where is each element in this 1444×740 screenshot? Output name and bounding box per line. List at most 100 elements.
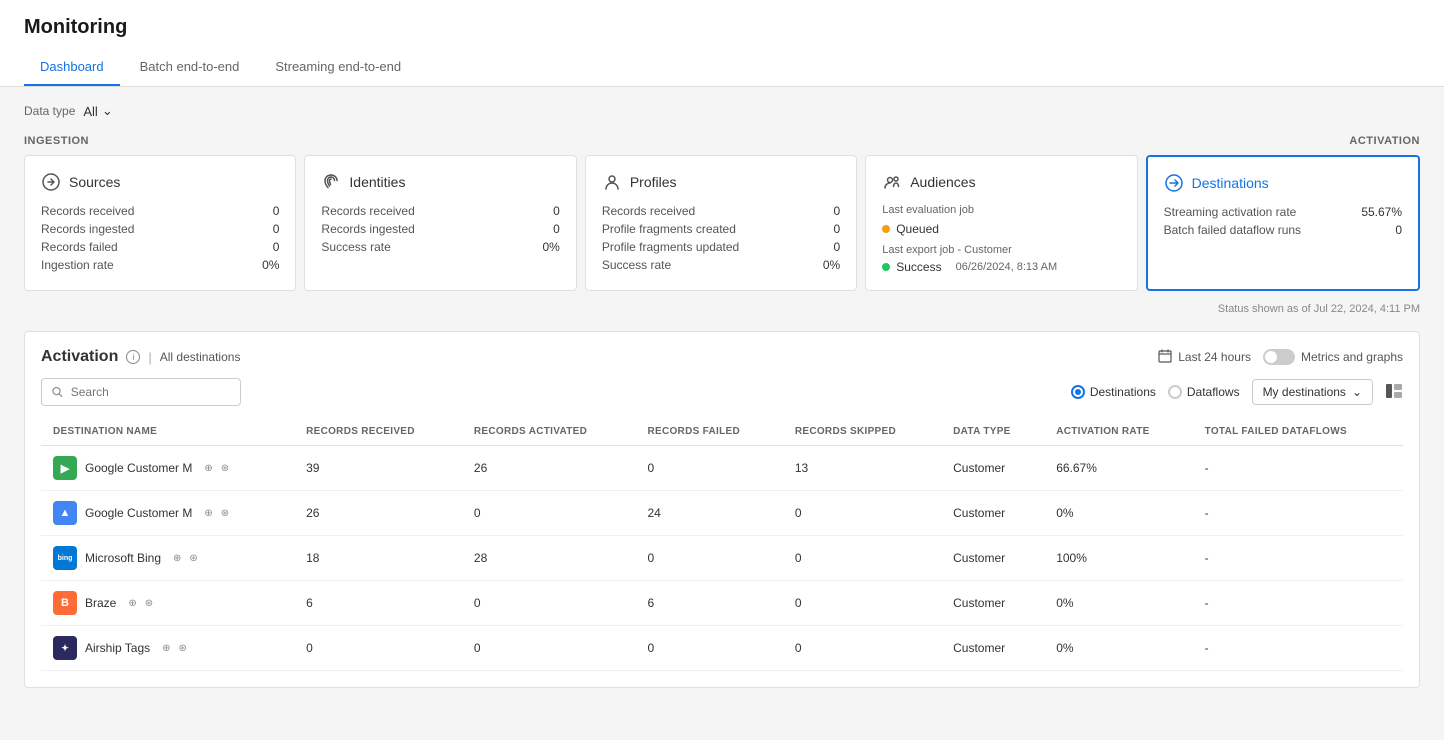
records-failed-cell: 24 [635,491,782,536]
destinations-card: Destinations Streaming activation rate55… [1146,155,1420,291]
status-shown: Status shown as of Jul 22, 2024, 4:11 PM [24,303,1420,315]
activation-rate-cell: 0% [1044,581,1192,626]
data-type-cell: Customer [941,536,1044,581]
dest-logo: ▲ [53,501,77,525]
records-skipped-cell: 0 [783,626,941,671]
tab-streaming[interactable]: Streaming end-to-end [259,51,417,86]
all-destinations-label: All destinations [160,350,241,364]
data-type-cell: Customer [941,626,1044,671]
records-received-cell: 39 [294,446,462,491]
records-failed-cell: 0 [635,536,782,581]
dest-logo: B [53,591,77,615]
activation-rate-cell: 66.67% [1044,446,1192,491]
last-export-label: Last export job - Customer [882,244,1120,256]
total-failed-cell: - [1193,491,1403,536]
dest-action-icon[interactable]: ⊕ [128,598,136,609]
col-records-activated: RECORDS ACTIVATED [462,418,636,446]
person-icon [602,172,622,192]
records-received-cell: 18 [294,536,462,581]
records-skipped-cell: 0 [783,581,941,626]
data-type-cell: Customer [941,446,1044,491]
destinations-radio[interactable]: Destinations [1071,385,1156,399]
dest-name: Airship Tags [85,641,150,655]
table-row[interactable]: ▲ Google Customer M ⊕ ⊛ 26 0 24 0 Custom… [41,491,1403,536]
total-failed-cell: - [1193,581,1403,626]
tab-batch[interactable]: Batch end-to-end [124,51,256,86]
table-view-icon[interactable] [1385,382,1403,403]
records-failed-cell: 0 [635,626,782,671]
col-records-failed: RECORDS FAILED [635,418,782,446]
col-records-skipped: RECORDS SKIPPED [783,418,941,446]
my-destinations-dropdown[interactable]: My destinations ⌄ [1252,379,1373,405]
dest-filter-icon[interactable]: ⊛ [189,553,197,564]
records-failed-cell: 0 [635,446,782,491]
metrics-graphs-toggle[interactable]: Metrics and graphs [1263,349,1403,365]
records-skipped-cell: 0 [783,491,941,536]
sources-card: Sources Records received0 Records ingest… [24,155,296,291]
records-activated-cell: 0 [462,581,636,626]
dest-name: Google Customer M [85,461,192,475]
dest-filter-icon[interactable]: ⊛ [221,508,229,519]
identities-card: Identities Records received0 Records ing… [304,155,576,291]
total-failed-cell: - [1193,626,1403,671]
records-skipped-cell: 0 [783,536,941,581]
sources-title: Sources [69,174,120,190]
profiles-title: Profiles [630,174,677,190]
records-activated-cell: 0 [462,626,636,671]
activation-info-icon[interactable]: i [126,350,140,364]
records-skipped-cell: 13 [783,446,941,491]
tab-dashboard[interactable]: Dashboard [24,51,120,86]
data-type-cell: Customer [941,491,1044,536]
sources-icon [41,172,61,192]
col-data-type: DATA TYPE [941,418,1044,446]
search-box[interactable] [41,378,241,406]
activation-rate-cell: 0% [1044,491,1192,536]
records-failed-cell: 6 [635,581,782,626]
last-eval-label: Last evaluation job [882,204,1120,216]
total-failed-cell: - [1193,536,1403,581]
table-row[interactable]: ✦ Airship Tags ⊕ ⊛ 0 0 0 0 Customer 0% - [41,626,1403,671]
queued-text: Queued [896,222,939,236]
dest-filter-icon[interactable]: ⊛ [145,598,153,609]
table-row[interactable]: B Braze ⊕ ⊛ 6 0 6 0 Customer 0% - [41,581,1403,626]
toggle-switch[interactable] [1263,349,1295,365]
success-date: 06/26/2024, 8:13 AM [956,261,1058,273]
col-total-failed: TOTAL FAILED DATAFLOWS [1193,418,1403,446]
data-type-label: Data type [24,104,75,118]
success-text: Success [896,260,941,274]
search-input[interactable] [71,385,230,399]
col-records-received: RECORDS RECEIVED [294,418,462,446]
tab-bar: Dashboard Batch end-to-end Streaming end… [24,51,1420,86]
activation-rate-cell: 100% [1044,536,1192,581]
dest-action-icon[interactable]: ⊕ [162,643,170,654]
queued-dot [882,225,890,233]
data-type-dropdown[interactable]: All ⌄ [83,103,112,119]
fingerprint-icon [321,172,341,192]
activation-label: ACTIVATION [1349,135,1420,147]
last-hours-selector[interactable]: Last 24 hours [1158,349,1251,366]
col-dest-name: DESTINATION NAME [41,418,294,446]
destinations-icon [1164,173,1184,193]
records-activated-cell: 26 [462,446,636,491]
dest-filter-icon[interactable]: ⊛ [221,463,229,474]
records-activated-cell: 28 [462,536,636,581]
dest-logo: ▶ [53,456,77,480]
audiences-card: Audiences Last evaluation job Queued Las… [865,155,1137,291]
dest-action-icon[interactable]: ⊕ [204,463,212,474]
dest-name: Microsoft Bing [85,551,161,565]
dest-action-icon[interactable]: ⊕ [173,553,181,564]
dataflows-radio[interactable]: Dataflows [1168,385,1240,399]
table-row[interactable]: bing Microsoft Bing ⊕ ⊛ 18 28 0 0 Custom… [41,536,1403,581]
records-received-cell: 6 [294,581,462,626]
calendar-icon [1158,349,1172,366]
table-row[interactable]: ▶ Google Customer M ⊕ ⊛ 39 26 0 13 Custo… [41,446,1403,491]
dest-action-icon[interactable]: ⊕ [204,508,212,519]
dest-name: Google Customer M [85,506,192,520]
destinations-table: DESTINATION NAME RECORDS RECEIVED RECORD… [41,418,1403,671]
dest-filter-icon[interactable]: ⊛ [179,643,187,654]
dest-logo: ✦ [53,636,77,660]
data-type-cell: Customer [941,581,1044,626]
activation-title: Activation [41,348,118,366]
col-activation-rate: ACTIVATION RATE [1044,418,1192,446]
records-received-cell: 0 [294,626,462,671]
